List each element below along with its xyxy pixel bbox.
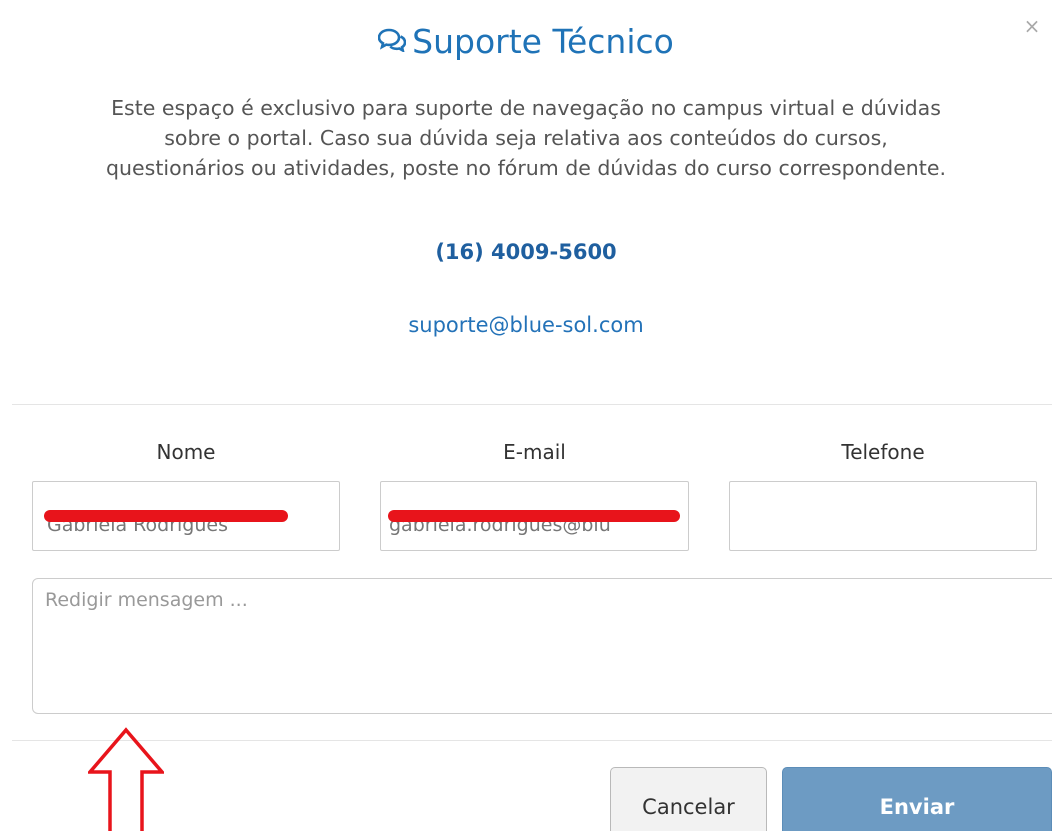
modal-title-text: Suporte Técnico	[412, 22, 674, 61]
description-line: Este espaço é exclusivo para suporte de …	[111, 96, 941, 120]
modal-title: Suporte Técnico	[0, 20, 1052, 66]
description-line: sobre o portal. Caso sua dúvida seja rel…	[164, 126, 888, 150]
redaction-mark	[44, 510, 288, 522]
description: Este espaço é exclusivo para suporte de …	[0, 93, 1052, 183]
support-email-link[interactable]: suporte@blue-sol.com	[0, 313, 1052, 337]
cancel-button[interactable]: Cancelar	[610, 767, 767, 831]
email-input[interactable]: gabriela.rodrigues@blu	[380, 481, 689, 551]
email-label: E-mail	[503, 440, 566, 464]
phone-input[interactable]	[729, 481, 1037, 551]
redaction-mark	[388, 510, 680, 522]
phone-label: Telefone	[841, 440, 925, 464]
chat-bubbles-icon	[377, 19, 407, 63]
support-modal: × Suporte Técnico Este espaço é exclusiv…	[0, 0, 1052, 831]
divider-bottom	[12, 740, 1052, 741]
name-label: Nome	[156, 440, 216, 464]
send-button[interactable]: Enviar	[782, 767, 1052, 831]
name-input[interactable]: Gabriela Rodrigues	[32, 481, 340, 551]
up-arrow-annotation-icon	[88, 727, 164, 831]
message-textarea[interactable]	[32, 578, 1052, 714]
description-line: questionários ou atividades, poste no fó…	[106, 156, 946, 180]
divider-top	[12, 404, 1052, 405]
support-phone: (16) 4009-5600	[435, 240, 617, 264]
